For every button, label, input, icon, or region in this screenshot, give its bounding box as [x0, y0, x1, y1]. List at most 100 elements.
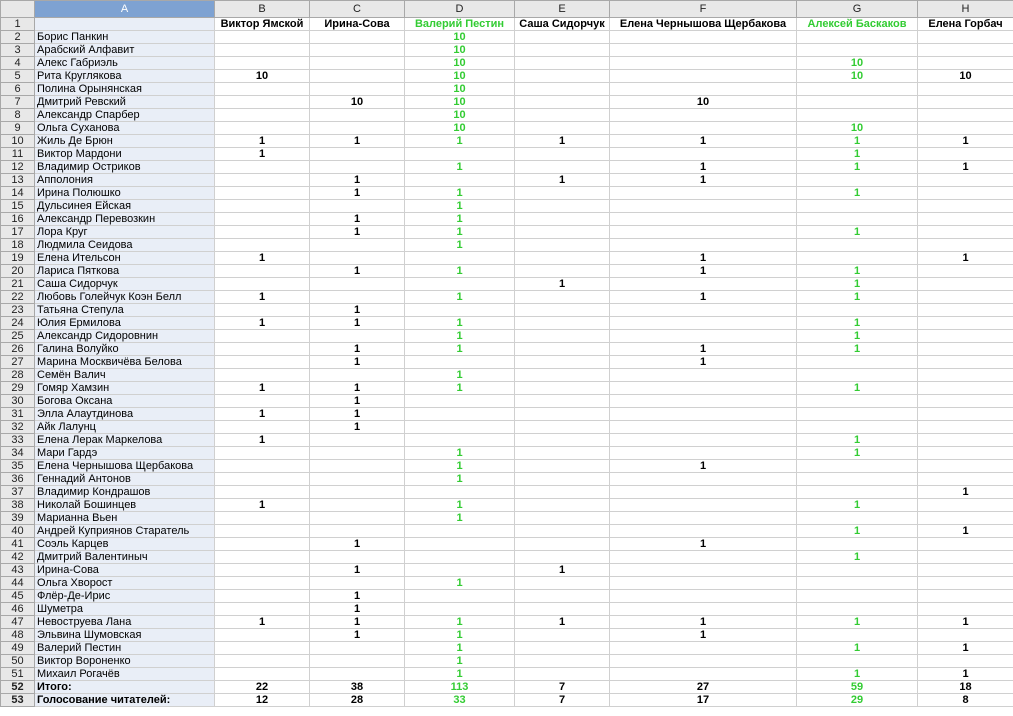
score-cell[interactable] — [514, 654, 610, 668]
score-cell[interactable]: 1 — [404, 641, 515, 655]
score-cell[interactable] — [514, 69, 610, 83]
row-number[interactable]: 29 — [0, 381, 35, 395]
score-cell[interactable] — [514, 95, 610, 109]
score-cell[interactable] — [796, 537, 918, 551]
score-cell[interactable] — [609, 654, 797, 668]
voter-name-cell[interactable]: Елена Ительсон — [34, 251, 215, 265]
score-cell[interactable] — [214, 446, 310, 460]
score-cell[interactable]: 1 — [214, 134, 310, 148]
score-cell[interactable] — [214, 212, 310, 226]
score-cell[interactable]: 1 — [917, 134, 1013, 148]
score-cell[interactable] — [917, 381, 1013, 395]
score-cell[interactable] — [609, 30, 797, 44]
score-cell[interactable] — [514, 290, 610, 304]
score-cell[interactable]: 1 — [917, 160, 1013, 174]
score-cell[interactable]: 1 — [514, 563, 610, 577]
score-cell[interactable] — [917, 602, 1013, 616]
row-number[interactable]: 14 — [0, 186, 35, 200]
score-cell[interactable]: 1 — [404, 199, 515, 213]
score-cell[interactable] — [309, 277, 405, 291]
score-cell[interactable] — [609, 82, 797, 96]
score-cell[interactable] — [796, 251, 918, 265]
row-number[interactable]: 35 — [0, 459, 35, 473]
score-cell[interactable]: 1 — [309, 615, 405, 629]
score-cell[interactable]: 10 — [404, 69, 515, 83]
score-cell[interactable] — [796, 576, 918, 590]
row-number[interactable]: 53 — [0, 693, 35, 707]
score-cell[interactable]: 1 — [309, 134, 405, 148]
score-cell[interactable] — [609, 277, 797, 291]
row-number[interactable]: 23 — [0, 303, 35, 317]
score-cell[interactable] — [404, 394, 515, 408]
score-cell[interactable] — [514, 303, 610, 317]
row-number[interactable]: 41 — [0, 537, 35, 551]
score-cell[interactable] — [214, 628, 310, 642]
score-cell[interactable]: 10 — [404, 82, 515, 96]
score-cell[interactable] — [404, 589, 515, 603]
score-cell[interactable] — [514, 589, 610, 603]
score-cell[interactable]: 1 — [514, 277, 610, 291]
score-cell[interactable] — [309, 654, 405, 668]
score-cell[interactable]: 1 — [796, 498, 918, 512]
total-cell[interactable]: 27 — [609, 680, 797, 694]
score-cell[interactable] — [514, 43, 610, 57]
score-cell[interactable] — [214, 355, 310, 369]
score-cell[interactable]: 1 — [309, 355, 405, 369]
column-header-b[interactable]: B — [214, 0, 310, 18]
score-cell[interactable]: 1 — [609, 628, 797, 642]
score-cell[interactable] — [609, 472, 797, 486]
total-cell[interactable]: 7 — [514, 693, 610, 707]
score-cell[interactable] — [514, 316, 610, 330]
score-cell[interactable] — [917, 329, 1013, 343]
voter-name-cell[interactable]: Богова Оксана — [34, 394, 215, 408]
column-header-d[interactable]: D — [404, 0, 515, 18]
row-number[interactable]: 21 — [0, 277, 35, 291]
participant-header[interactable]: Виктор Ямской — [214, 17, 310, 31]
score-cell[interactable] — [214, 186, 310, 200]
score-cell[interactable] — [214, 82, 310, 96]
voter-name-cell[interactable]: Виктор Мардони — [34, 147, 215, 161]
score-cell[interactable]: 1 — [796, 342, 918, 356]
score-cell[interactable] — [609, 498, 797, 512]
score-cell[interactable] — [514, 225, 610, 239]
score-cell[interactable]: 1 — [404, 225, 515, 239]
score-cell[interactable] — [609, 238, 797, 252]
score-cell[interactable]: 10 — [796, 69, 918, 83]
score-cell[interactable] — [514, 56, 610, 70]
score-cell[interactable]: 1 — [214, 381, 310, 395]
score-cell[interactable]: 1 — [309, 407, 405, 421]
score-cell[interactable] — [514, 82, 610, 96]
column-header-h[interactable]: H — [917, 0, 1013, 18]
score-cell[interactable] — [404, 602, 515, 616]
score-cell[interactable] — [917, 225, 1013, 239]
score-cell[interactable] — [514, 498, 610, 512]
score-cell[interactable] — [214, 394, 310, 408]
score-cell[interactable] — [917, 147, 1013, 161]
score-cell[interactable]: 1 — [609, 134, 797, 148]
score-cell[interactable] — [609, 56, 797, 70]
score-cell[interactable]: 1 — [404, 212, 515, 226]
score-cell[interactable] — [309, 368, 405, 382]
score-cell[interactable]: 1 — [309, 394, 405, 408]
score-cell[interactable] — [796, 212, 918, 226]
score-cell[interactable] — [214, 303, 310, 317]
score-cell[interactable] — [917, 472, 1013, 486]
score-cell[interactable] — [609, 407, 797, 421]
score-cell[interactable] — [917, 56, 1013, 70]
voter-name-cell[interactable]: Флёр-Де-Ирис — [34, 589, 215, 603]
score-cell[interactable]: 1 — [796, 329, 918, 343]
score-cell[interactable] — [917, 30, 1013, 44]
row-number[interactable]: 33 — [0, 433, 35, 447]
score-cell[interactable]: 1 — [309, 537, 405, 551]
row-number[interactable]: 46 — [0, 602, 35, 616]
score-cell[interactable] — [796, 394, 918, 408]
row-number[interactable]: 48 — [0, 628, 35, 642]
score-cell[interactable] — [309, 498, 405, 512]
score-cell[interactable] — [917, 368, 1013, 382]
row-number[interactable]: 38 — [0, 498, 35, 512]
row-number[interactable]: 34 — [0, 446, 35, 460]
voter-name-cell[interactable]: Андрей Куприянов Старатель — [34, 524, 215, 538]
total-cell[interactable]: 33 — [404, 693, 515, 707]
score-cell[interactable]: 1 — [917, 667, 1013, 681]
score-cell[interactable]: 1 — [309, 173, 405, 187]
